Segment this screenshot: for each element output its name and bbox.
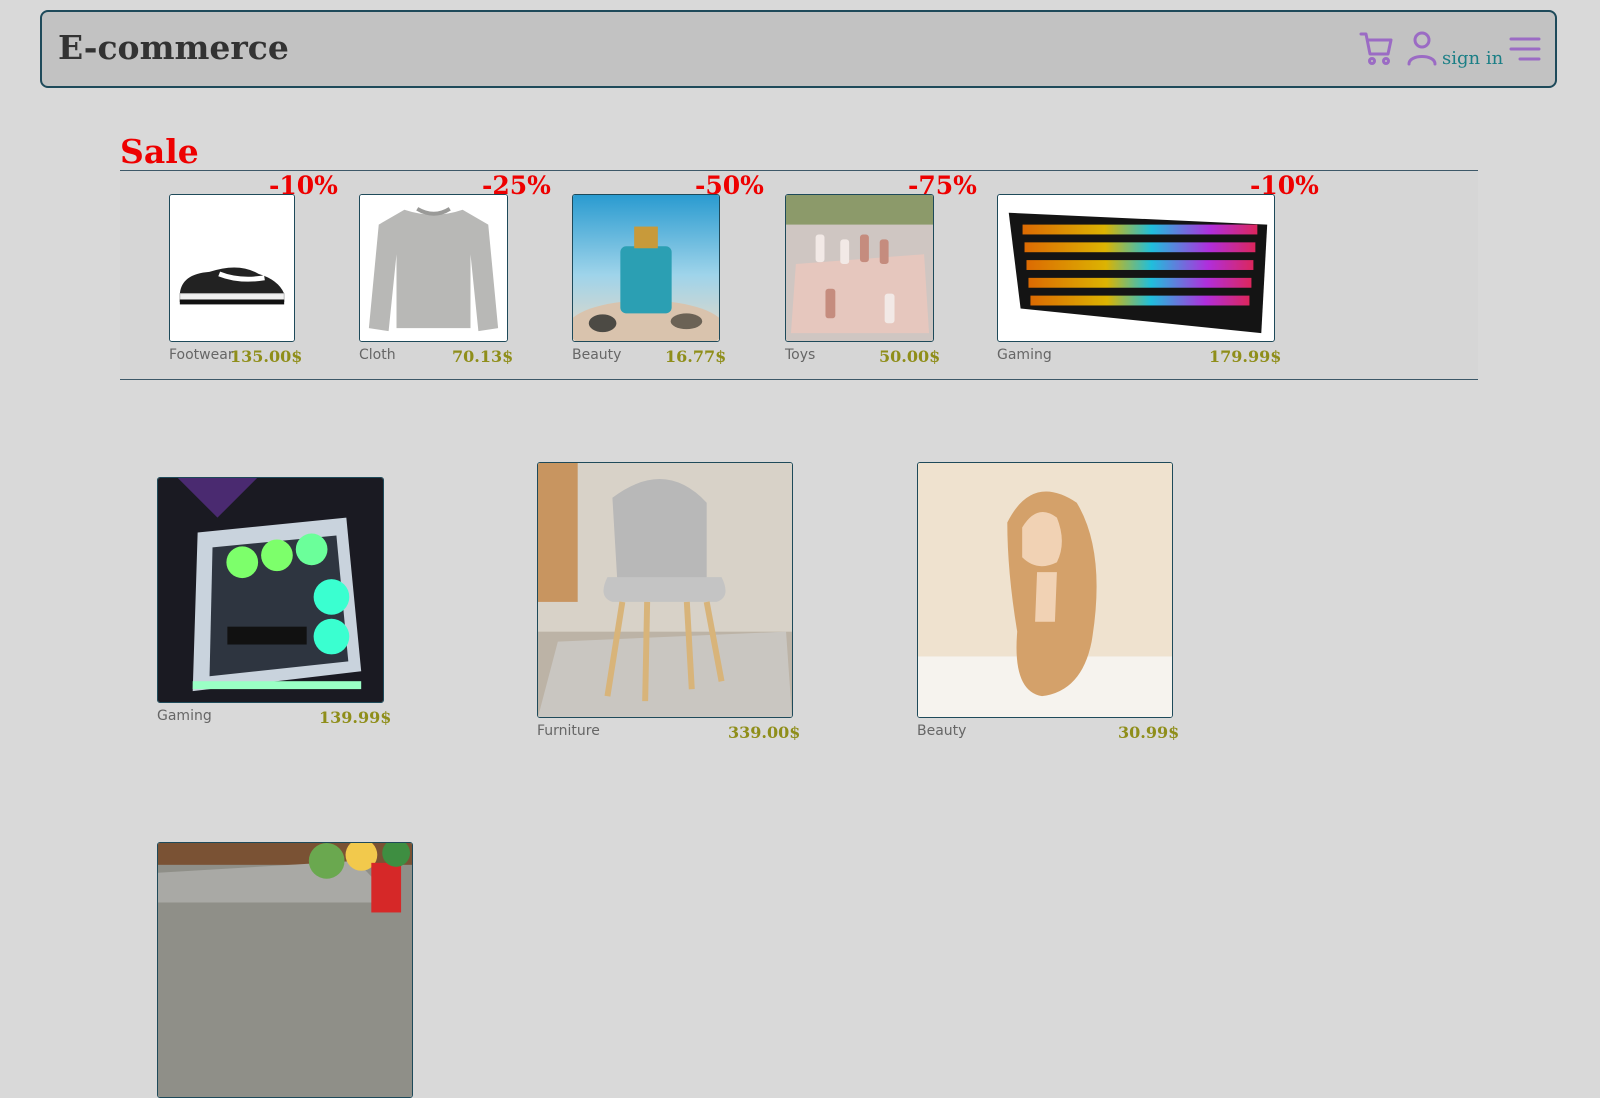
sale-heading: Sale	[120, 132, 199, 171]
price-label: 16.77$	[665, 347, 727, 366]
product-image[interactable]	[997, 194, 1275, 342]
brand-title[interactable]: E-commerce	[58, 28, 289, 67]
category-label: Gaming	[997, 347, 1052, 363]
sale-carousel: -10% Footwear 135.00$ -25% Cloth 70.13$	[120, 170, 1478, 380]
category-label: Beauty	[572, 347, 622, 363]
price-label: 30.99$	[1118, 723, 1180, 742]
category-label: Cloth	[359, 347, 396, 363]
price-label: 70.13$	[452, 347, 514, 366]
category-label: Gaming	[157, 708, 212, 724]
price-label: 339.00$	[728, 723, 801, 742]
category-label: Footwear	[169, 347, 234, 363]
category-label: Beauty	[917, 723, 967, 739]
category-label: Toys	[785, 347, 816, 363]
sign-in-link[interactable]: sign in	[1442, 48, 1503, 69]
product-image[interactable]	[359, 194, 508, 342]
price-label: 139.99$	[319, 708, 392, 727]
product-image[interactable]	[572, 194, 720, 342]
product-image[interactable]	[157, 477, 384, 703]
product-image[interactable]	[169, 194, 295, 342]
price-label: 50.00$	[879, 347, 941, 366]
price-label: 179.99$	[1209, 347, 1282, 366]
category-label: Furniture	[537, 723, 600, 739]
product-image[interactable]	[917, 462, 1173, 718]
user-icon[interactable]	[1406, 30, 1438, 66]
cart-icon[interactable]	[1358, 30, 1394, 66]
top-navbar: E-commerce sign in	[40, 10, 1557, 88]
price-label: 135.00$	[230, 347, 303, 366]
product-image[interactable]	[785, 194, 934, 342]
product-image[interactable]	[537, 462, 793, 718]
product-image[interactable]	[157, 842, 413, 1098]
hamburger-menu-icon[interactable]	[1508, 34, 1542, 64]
